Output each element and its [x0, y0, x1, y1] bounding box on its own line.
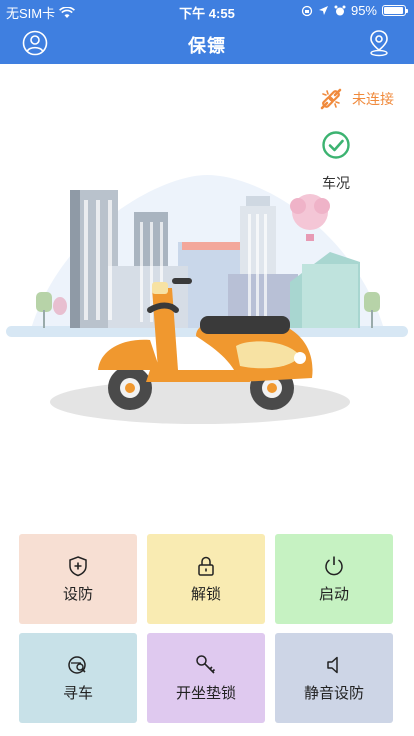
location-arrow-icon [318, 6, 328, 15]
key-icon [196, 654, 216, 674]
arm-label: 设防 [62, 585, 93, 603]
page-title: 保镖 [188, 36, 226, 56]
connection-status[interactable]: 未连接 [318, 86, 394, 112]
power-icon [325, 556, 343, 575]
battery-fill [384, 7, 403, 14]
rotation-lock-icon [301, 5, 313, 16]
seat-lock-label: 开坐垫锁 [175, 684, 236, 702]
find-car-label: 寻车 [62, 684, 93, 702]
find-car-button[interactable]: 寻车 [19, 633, 137, 723]
battery-icon [382, 5, 408, 16]
seat-lock-button[interactable]: 开坐垫锁 [147, 633, 265, 723]
scooter-city-illustration [6, 175, 408, 424]
find-car-icon [68, 655, 86, 674]
unlock-label: 解锁 [190, 585, 221, 603]
nav-bar: 保镖 [0, 22, 414, 64]
shield-plus-icon [69, 555, 87, 576]
start-label: 启动 [318, 585, 349, 603]
silent-arm-button[interactable]: 静音设防 [275, 633, 393, 723]
alarm-icon [334, 5, 346, 15]
mute-speaker-icon [327, 656, 338, 673]
status-bar: 无SIM卡 下午 4:55 95% [0, 0, 414, 22]
start-button[interactable]: 启动 [275, 534, 393, 624]
battery-percent: 95% [350, 3, 377, 18]
action-grid: 设防 解锁 启动 寻车 开坐垫锁 静音设防 [19, 534, 395, 723]
status-right: 95% [301, 3, 408, 18]
silent-arm-label: 静音设防 [303, 684, 364, 702]
arm-button[interactable]: 设防 [19, 534, 137, 624]
broken-link-icon [320, 88, 342, 110]
unlock-icon [198, 556, 214, 576]
connection-label: 未连接 [352, 91, 394, 107]
location-pin-icon[interactable] [368, 29, 390, 57]
unlock-button[interactable]: 解锁 [147, 534, 265, 624]
check-circle-icon [322, 131, 350, 159]
